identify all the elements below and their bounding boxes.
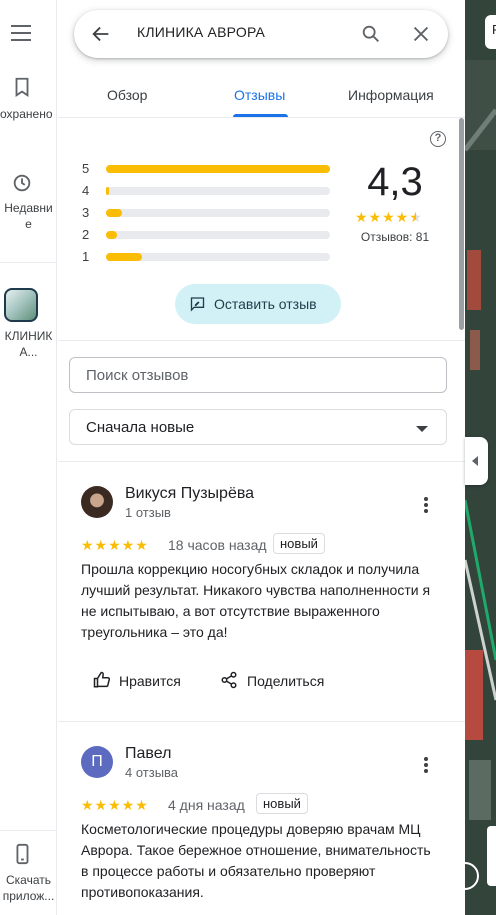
bookmark-icon (15, 77, 28, 97)
tab-bar: Обзор Отзывы Информация (58, 72, 465, 118)
rating-bar-row: 1 (82, 248, 332, 266)
collapse-panel-button[interactable] (465, 437, 488, 485)
rail-divider (0, 262, 57, 263)
divider (58, 340, 465, 341)
rail-recent-label: Недавни (4, 201, 53, 215)
search-icon[interactable] (360, 23, 382, 45)
rating-bar-label: 1 (82, 249, 90, 264)
review-author-meta: 1 отзыв (125, 505, 171, 520)
review-date: 18 часов назад (168, 537, 267, 553)
panel-scrollbar[interactable] (459, 118, 464, 330)
help-icon[interactable]: ? (430, 131, 446, 147)
rating-bar-fill (106, 165, 330, 173)
avatar[interactable] (81, 486, 113, 518)
reviews-count[interactable]: Отзывов: 81 (348, 230, 442, 244)
rail-divider (0, 830, 57, 831)
new-badge: новый (273, 533, 325, 554)
rating-bar-label: 2 (82, 227, 90, 242)
rail-download[interactable]: Скачать прилож... (0, 842, 57, 904)
share-button[interactable]: Поделиться (220, 669, 340, 693)
avatar[interactable]: П (81, 746, 113, 778)
rail-place[interactable]: КЛИНИК А... (0, 288, 57, 360)
rail-recent-label-2: е (25, 217, 32, 231)
more-options-icon[interactable] (424, 497, 428, 515)
rating-bar-track (106, 231, 330, 239)
review-search-input[interactable]: Поиск отзывов (69, 357, 447, 393)
sort-dropdown[interactable]: Сначала новые (69, 409, 447, 445)
rating-bar-fill (106, 209, 122, 217)
review-author[interactable]: Викуся Пузырёва (125, 485, 254, 503)
thumb-up-icon (93, 671, 111, 688)
dropdown-caret-icon (416, 426, 428, 432)
tab-info[interactable]: Информация (348, 87, 434, 103)
rail-download-label: Скачать (6, 873, 51, 887)
rating-bar-fill (106, 231, 118, 239)
map-search-chip[interactable]: F (485, 15, 496, 49)
place-panel: КЛИНИКА АВРОРА Обзор Отзывы Информация ?… (58, 0, 465, 915)
phone-icon (16, 843, 28, 865)
search-query[interactable]: КЛИНИКА АВРОРА (137, 24, 265, 40)
hamburger-icon[interactable] (10, 22, 32, 44)
rating-bar-label: 4 (82, 183, 90, 198)
rail-saved-label: охранено (0, 107, 53, 121)
review-search-placeholder: Поиск отзывов (86, 367, 189, 384)
rail-place-label-2: А... (19, 345, 38, 359)
rating-bar-row: 4 (82, 182, 332, 200)
side-rail: охранено Недавни е КЛИНИК А... Скачать п… (0, 0, 57, 915)
close-icon[interactable] (410, 23, 432, 45)
review-stars: ★★★★★ (81, 537, 149, 553)
rating-bar-track (106, 165, 330, 173)
rail-place-label: КЛИНИК (4, 329, 53, 343)
tab-reviews[interactable]: Отзывы (234, 87, 285, 103)
review-text: Прошла коррекцию носогубных складок и по… (81, 561, 431, 640)
review-author-meta: 4 отзыва (125, 765, 179, 780)
average-stars: ★★★★★ (355, 209, 423, 225)
rating-bar-row: 2 (82, 226, 332, 244)
rating-bar-row: 3 (82, 204, 332, 222)
share-icon (221, 671, 237, 689)
review-text: Косметологические процедуры доверяю врач… (81, 821, 431, 900)
rate-review-icon (190, 297, 205, 312)
review-stars: ★★★★★ (81, 797, 149, 813)
rail-saved[interactable]: охранено (0, 76, 57, 122)
like-button[interactable]: Нравится (93, 669, 193, 693)
tab-overview[interactable]: Обзор (107, 87, 147, 103)
share-label: Поделиться (247, 673, 325, 689)
rating-bar-label: 5 (82, 161, 90, 176)
rating-bar-track (106, 253, 330, 261)
like-label: Нравится (119, 673, 181, 689)
review-author[interactable]: Павел (125, 745, 171, 763)
active-tab-indicator (233, 114, 288, 117)
rating-bar-track (106, 209, 330, 217)
rating-bar-row: 5 (82, 160, 332, 178)
rating-bar-fill (106, 253, 142, 261)
divider (58, 721, 465, 722)
new-badge: новый (256, 793, 308, 814)
average-rating: 4,3 (367, 160, 423, 204)
back-arrow-icon[interactable] (90, 23, 112, 45)
search-box[interactable]: КЛИНИКА АВРОРА (74, 10, 448, 58)
rating-bar-fill (106, 187, 110, 195)
review-date: 4 дня назад (168, 797, 245, 813)
more-options-icon[interactable] (424, 757, 428, 775)
write-review-button[interactable]: Оставить отзыв (175, 284, 341, 324)
rail-download-label-2: прилож... (2, 889, 55, 903)
rating-bar-label: 3 (82, 205, 90, 220)
history-icon (13, 174, 30, 192)
place-thumbnail (4, 288, 38, 322)
write-review-label: Оставить отзыв (214, 296, 317, 312)
rating-bar-track (106, 187, 330, 195)
sort-selected: Сначала новые (86, 419, 195, 436)
rail-recent[interactable]: Недавни е (0, 172, 57, 232)
divider (58, 461, 465, 462)
